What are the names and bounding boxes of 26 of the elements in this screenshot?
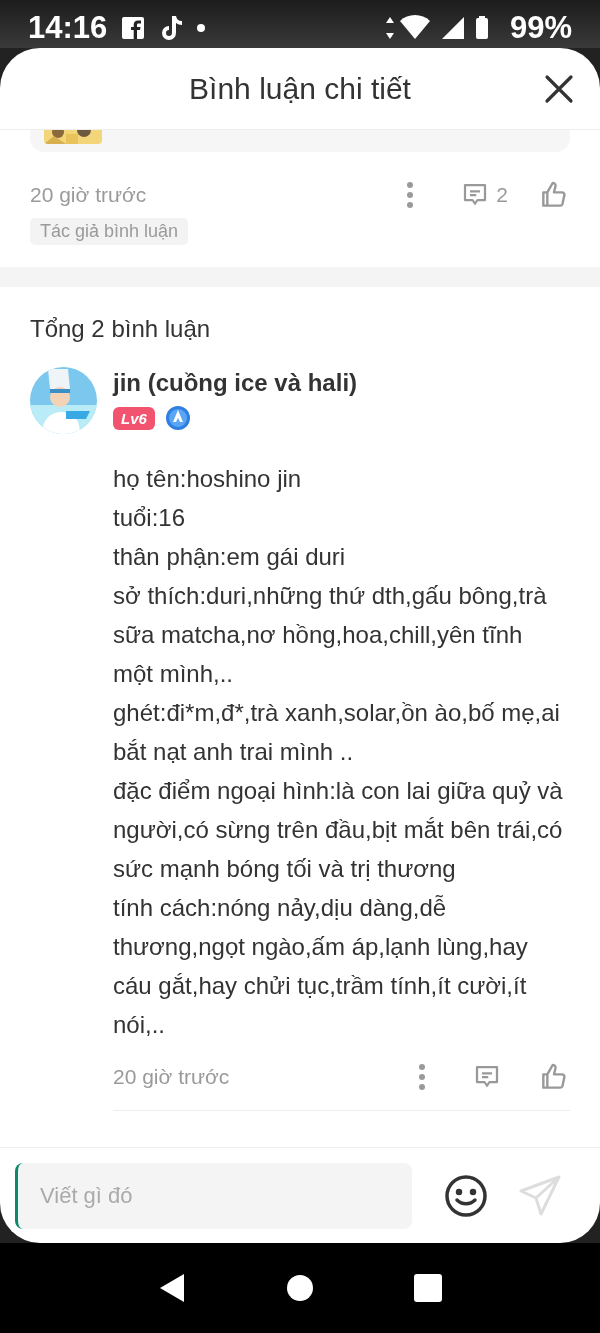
comment-time: 20 giờ trước [113,1065,231,1089]
comment-time: 20 giờ trước [30,183,148,207]
battery-percent: 99% [509,10,572,46]
more-button[interactable] [418,1063,426,1091]
dot-icon [197,24,206,32]
home-button[interactable] [286,1274,314,1302]
comment-line: ghét:đi*m,đ*,trà xanh,solar,ồn ào,bố mẹ,ai bắt nạt anh trai mình .. [113,698,561,767]
more-icon [406,181,415,209]
comment-input[interactable]: Viết gì đó [15,1162,412,1229]
status-time: 14:16 [28,10,108,46]
back-button[interactable] [158,1273,186,1303]
emoji-button[interactable] [444,1173,488,1218]
sheet-title: Bình luận chi tiết [189,71,411,106]
level-badge: Lv6 [113,406,155,430]
comment-line: tính cách:nóng nảy,dịu dàng,dễ thương,ngọt ngào,ấm áp,lạnh lùng,hay cáu gắt,hay chửi tục,trầm tính,ít cười,ít nói,.. [113,893,529,1040]
comment-line: sở thích:duri,những thứ dth,gấu bông,trà sữa matcha,nơ hồng,hoa,chill,yên tĩnh một mình,.. [113,581,548,689]
total-count: Tổng 2 bình luận [30,315,212,343]
music-note-icon [159,14,184,42]
author-tag: Tác giả bình luận [30,218,189,245]
comment-line: thân phận:em gái duri [113,542,347,572]
more-button[interactable] [406,181,415,209]
more-icon [418,1063,426,1091]
comment-line: tuổi:16 [113,503,187,533]
rank-badge-icon [164,405,191,431]
author-name[interactable]: jin (cuồng ice và hali) [113,369,570,397]
comment-line: họ tên:hoshino jin [113,464,303,494]
